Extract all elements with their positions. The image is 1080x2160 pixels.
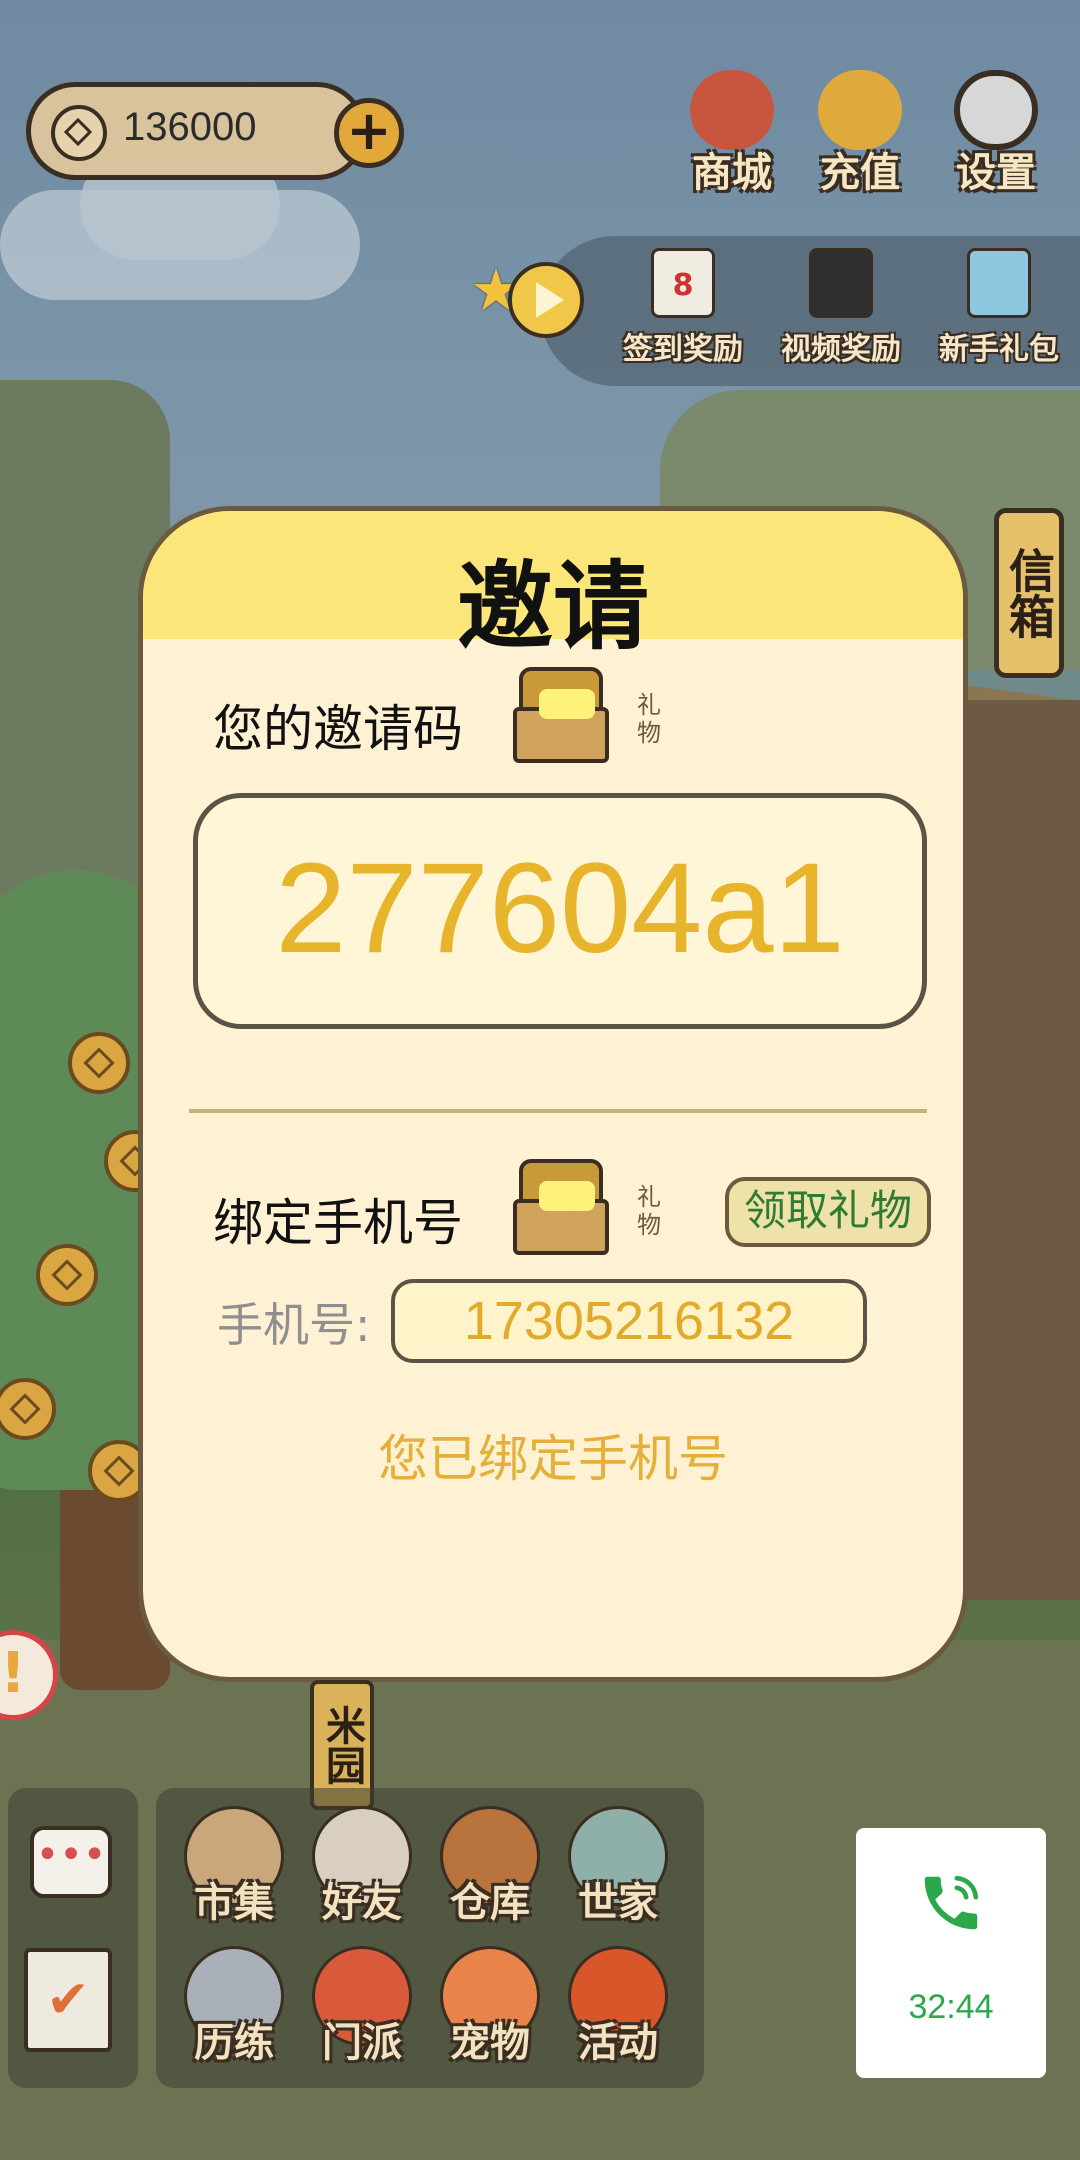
- pet-button[interactable]: 宠物: [426, 1946, 554, 2082]
- coin-icon: [51, 105, 107, 161]
- sect-label: 门派: [322, 2020, 402, 2066]
- chat-button[interactable]: •••: [30, 1826, 112, 1898]
- recharge-button[interactable]: 充值: [800, 70, 920, 198]
- call-duration: 32:44: [908, 1988, 994, 2026]
- family-button[interactable]: 世家: [554, 1806, 682, 1942]
- settings-button[interactable]: 设置: [936, 70, 1056, 198]
- currency-amount: 136000: [123, 105, 257, 149]
- phone-label: 手机号:: [217, 1298, 371, 1352]
- event-button[interactable]: 活动: [554, 1946, 682, 2082]
- gift-chest-icon[interactable]: [513, 1159, 609, 1255]
- bound-status-message: 您已绑定手机号: [378, 1430, 728, 1488]
- friends-label: 好友: [322, 1880, 402, 1926]
- sect-button[interactable]: 门派: [298, 1946, 426, 2082]
- play-video-button[interactable]: [508, 262, 584, 338]
- bind-phone-label: 绑定手机号: [213, 1194, 463, 1252]
- video-reward-button[interactable]: 视频奖励: [766, 248, 916, 368]
- invite-modal: 邀请 您的邀请码 礼物 277604a1 绑定手机号 礼物 领取礼物 手机号: …: [138, 506, 968, 1682]
- training-label: 历练: [194, 2020, 274, 2066]
- mailbox-button[interactable]: 信箱: [994, 508, 1064, 678]
- calendar-icon: 8: [651, 248, 715, 318]
- claim-gift-button[interactable]: 领取礼物: [725, 1177, 931, 1247]
- shop-bag-icon: [690, 70, 774, 150]
- add-currency-button[interactable]: +: [334, 98, 404, 168]
- event-label: 活动: [578, 2020, 658, 2066]
- checkin-reward-button[interactable]: 8 签到奖励: [608, 248, 758, 368]
- shop-button[interactable]: 商城: [672, 70, 792, 198]
- newbie-gift-button[interactable]: 新手礼包: [924, 248, 1074, 368]
- checkin-reward-label: 签到奖励: [623, 332, 743, 367]
- divider: [189, 1109, 927, 1113]
- clapperboard-icon: [809, 248, 873, 318]
- recharge-label: 充值: [820, 150, 900, 196]
- gold-ingot-icon: [818, 70, 902, 150]
- coin-icon[interactable]: [68, 1032, 130, 1094]
- warehouse-button[interactable]: 仓库: [426, 1806, 554, 1942]
- warehouse-label: 仓库: [450, 1880, 530, 1926]
- gift-tag: 礼物: [637, 691, 661, 747]
- pet-label: 宠物: [450, 2020, 530, 2066]
- chest-icon: [967, 248, 1031, 318]
- task-checklist-button[interactable]: ✔: [24, 1948, 112, 2052]
- settings-label: 设置: [956, 150, 1036, 196]
- gear-icon: [954, 70, 1038, 150]
- call-widget[interactable]: 32:44: [856, 1828, 1046, 2078]
- market-button[interactable]: 市集: [170, 1806, 298, 1942]
- gift-chest-icon[interactable]: [513, 667, 609, 763]
- coin-icon[interactable]: [36, 1244, 98, 1306]
- modal-title: 邀请: [457, 551, 649, 663]
- newbie-gift-label: 新手礼包: [939, 332, 1059, 367]
- gift-tag: 礼物: [637, 1183, 661, 1239]
- family-label: 世家: [578, 1880, 658, 1926]
- invite-code-label: 您的邀请码: [213, 700, 463, 758]
- market-label: 市集: [194, 1880, 274, 1926]
- phone-call-icon: [924, 1875, 979, 1930]
- shop-label: 商城: [692, 150, 772, 196]
- phone-number-field[interactable]: 17305216132: [391, 1279, 867, 1363]
- friends-button[interactable]: 好友: [298, 1806, 426, 1942]
- video-reward-label: 视频奖励: [781, 332, 901, 367]
- invite-code-display[interactable]: 277604a1: [193, 793, 927, 1029]
- currency-display: 136000: [26, 82, 366, 180]
- training-button[interactable]: 历练: [170, 1946, 298, 2082]
